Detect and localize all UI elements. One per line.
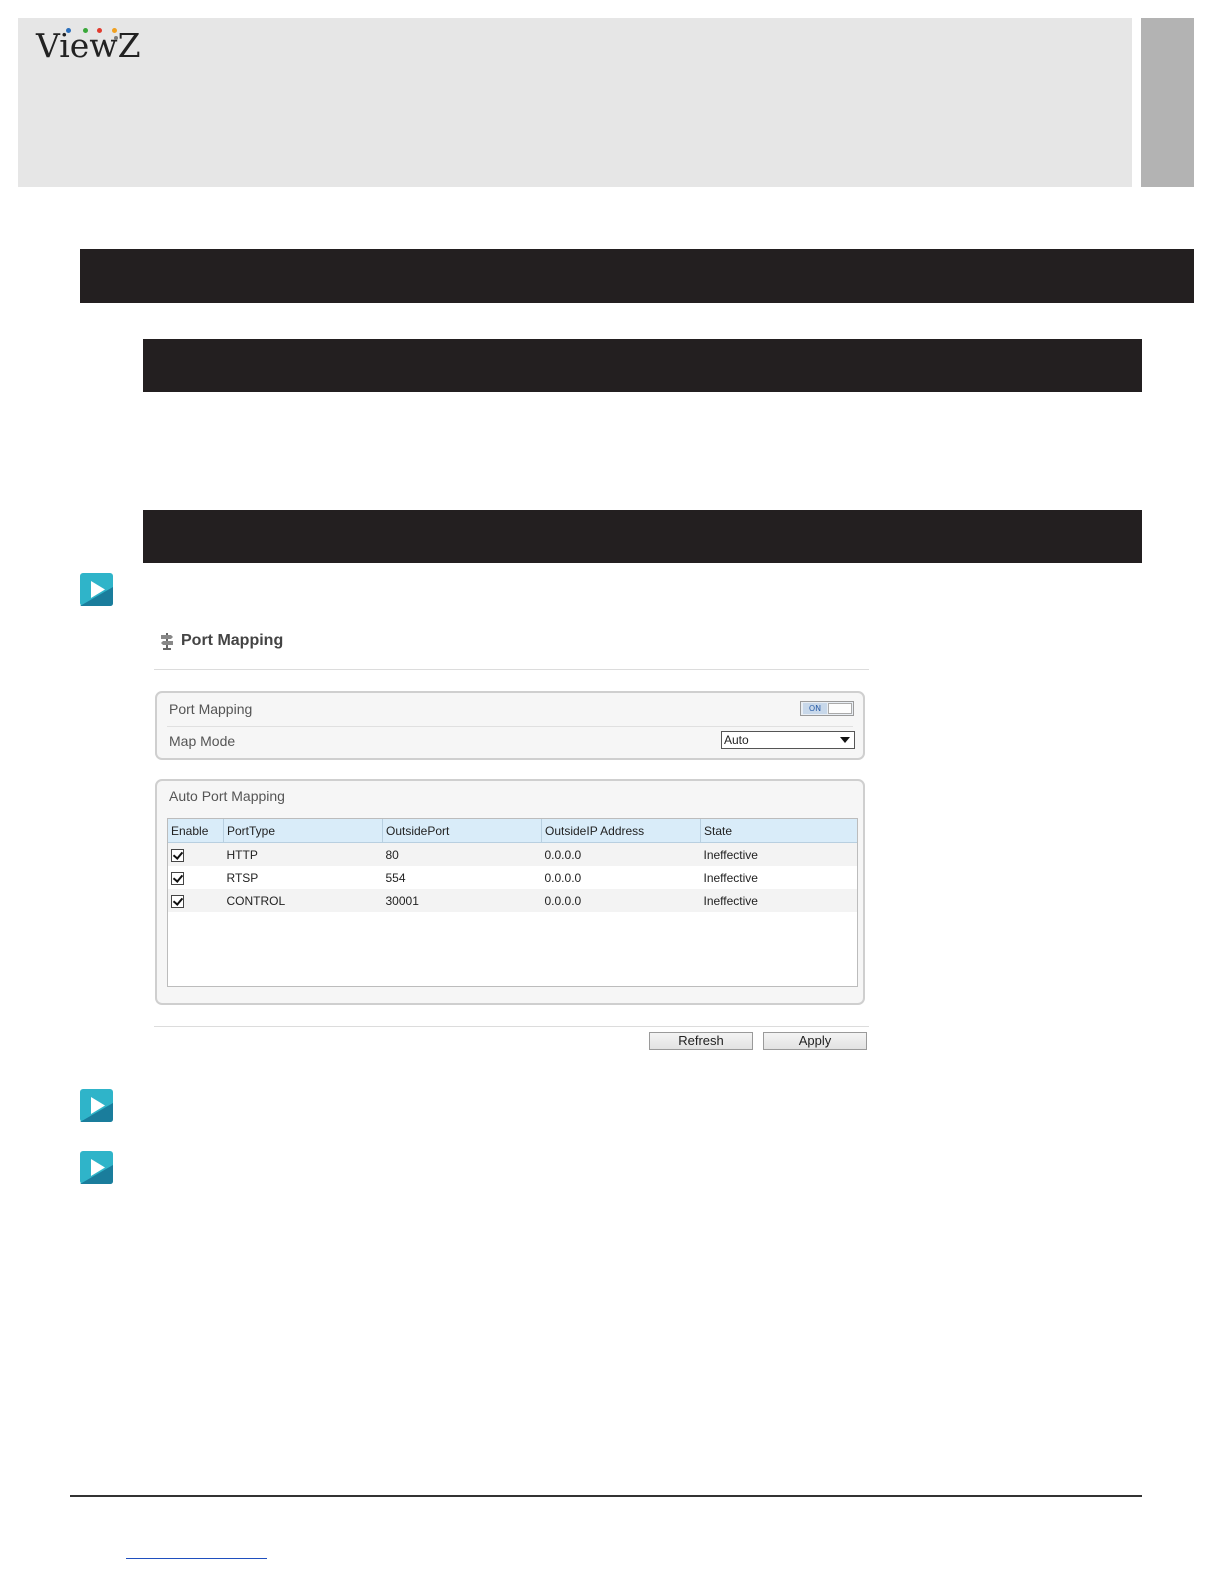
state-cell: Ineffective [703,870,758,885]
step-play-icon [80,573,113,606]
panel-title-text: Port Mapping [181,632,284,649]
auto-port-mapping-box: Auto Port Mapping Enable PortType Outsid… [155,779,865,1005]
column-header: OutsideIP Address [541,819,701,843]
refresh-button[interactable]: Refresh [649,1032,753,1050]
chevron-down-icon [840,737,850,743]
table-row: HTTP 80 0.0.0.0 Ineffective [168,842,857,866]
enable-checkbox[interactable] [171,848,184,862]
map-mode-label: Map Mode [169,733,236,749]
outside-port-cell: 554 [385,870,406,885]
header-band [18,18,1132,187]
signpost-icon [161,633,173,650]
step-play-icon [80,1151,113,1184]
outside-ip-cell: 0.0.0.0 [544,870,582,885]
state-cell: Ineffective [700,889,857,912]
column-header: PortType [223,819,383,843]
column-header: State [700,819,857,843]
divider [154,669,869,670]
enable-checkbox[interactable] [171,894,184,908]
toggle-knob [828,703,852,714]
logo-dot [112,28,117,33]
footer-link-underline[interactable] [126,1558,267,1559]
logo-dot [66,28,71,33]
enable-checkbox[interactable] [171,871,184,885]
table-row: CONTROL 30001 0.0.0.0 Ineffective [168,889,857,912]
column-header: Enable [168,819,224,843]
subsection-heading-bar [143,510,1142,563]
logo-dot [97,28,102,33]
apply-button[interactable]: Apply [763,1032,867,1050]
footer-rule [70,1495,1142,1497]
section-heading-bar [143,339,1142,392]
port-type-cell: RTSP [226,870,259,885]
divider [154,1026,869,1027]
port-mapping-label: Port Mapping [169,701,253,717]
row-divider [167,726,853,727]
panel-title: Port Mapping [159,632,283,650]
port-type-cell: HTTP [223,842,383,866]
chapter-heading-bar [80,249,1194,303]
table-header-row: Enable PortType OutsidePort OutsideIP Ad… [168,819,857,843]
outside-port-cell: 30001 [382,889,542,912]
table-row: RTSP 554 0.0.0.0 Ineffective [168,866,857,889]
toggle-on-label: ON [803,703,827,714]
logo-dot [83,28,88,33]
header-side-tab [1141,18,1194,187]
brand-logo: ViewZ [36,26,141,65]
port-mapping-settings-box: Port Mapping ON Map Mode Auto [155,691,865,760]
step-play-icon [80,1089,113,1122]
column-header: OutsidePort [382,819,542,843]
state-cell: Ineffective [700,842,857,866]
logo-dot [114,36,118,40]
outside-ip-cell: 0.0.0.0 [541,842,701,866]
port-mapping-toggle[interactable]: ON [800,701,854,716]
map-mode-value: Auto [724,733,749,747]
auto-port-mapping-title: Auto Port Mapping [169,788,285,804]
map-mode-select[interactable]: Auto [721,731,855,749]
port-mapping-table: Enable PortType OutsidePort OutsideIP Ad… [167,818,858,987]
outside-ip-cell: 0.0.0.0 [541,889,701,912]
port-type-cell: CONTROL [223,889,383,912]
outside-port-cell: 80 [382,842,542,866]
